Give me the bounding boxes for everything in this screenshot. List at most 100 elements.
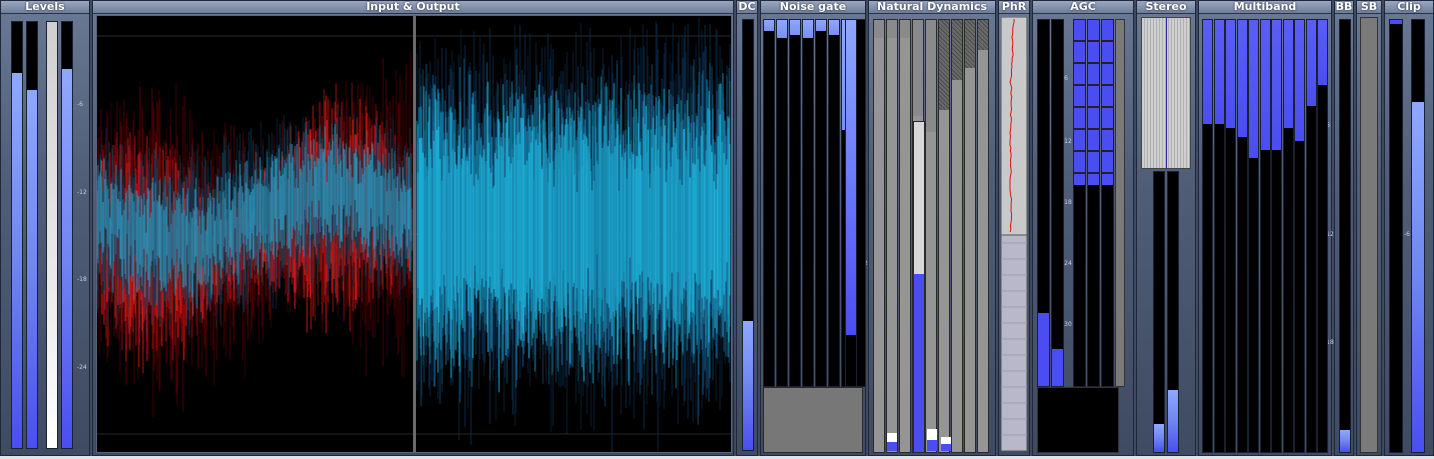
input-output-panel: Input & Output [92,0,734,456]
noise-gate-reduction-bar [790,20,800,35]
natural-dynamics-gain-bar [978,50,988,452]
input-waveform [97,50,413,418]
phr-panel: PhR [998,0,1030,456]
multiband-reduction-bar [1249,20,1258,159]
natural-dynamics-gain-bar [900,38,910,452]
noise-gate-reduction-bar [777,20,787,39]
clip-tick-6: -6 [1404,231,1410,238]
dc-meter [742,19,754,451]
multiband-reduction-bar [1272,20,1281,150]
stereo-center-line [1166,18,1167,168]
natural-dynamics-meter [873,19,885,453]
multiband-reduction-bar [1318,20,1327,85]
multiband-band-meter [1248,19,1259,453]
multiband-title: Multiband [1199,1,1331,14]
noise-gate-band-meter [815,19,827,387]
levels-meter-1 [11,21,23,449]
natural-dynamics-meter [951,19,963,453]
agc-gain-meter [1087,19,1100,387]
natural-dynamics-gain-bar [926,132,936,452]
noise-gate-reduction-bar [803,20,813,39]
levels-meter-2 [26,21,38,449]
agc-title: AGC [1033,1,1133,14]
multiband-reduction-bar [1214,20,1224,124]
processor-monitor-window: Levels -6 -12 -18 -24 Input & Output DC … [0,0,1434,459]
dc-title: DC [737,1,757,14]
natural-dynamics-meter [938,19,950,453]
natural-dynamics-meter [899,19,911,453]
multiband-band-meter [1259,19,1271,453]
agc-gain-meter [1073,19,1086,387]
multiband-band-meter [1282,19,1294,453]
sb-title: SB [1357,1,1381,14]
agc-gain-meter [1101,19,1114,387]
agc-panel: AGC -6 -12 -18 -24 -30 [1032,0,1134,456]
natural-dynamics-gain-bar [874,38,884,452]
agc-side-bar [1115,19,1125,387]
bb-title: BB [1335,1,1353,14]
noise-gate-title: Noise gate [761,1,865,14]
input-output-scope [96,15,732,453]
sb-panel: SB [1356,0,1382,456]
natural-dynamics-level-fill [914,273,924,452]
natural-dynamics-panel: Natural Dynamics [868,0,996,456]
multiband-band-meter [1225,19,1236,453]
noise-gate-reduction-bar [816,20,826,31]
stereo-width-indicator [1141,17,1191,169]
agc-input-meter [1051,19,1064,387]
phr-title: PhR [999,1,1029,14]
multiband-reduction-bar [1260,20,1270,150]
noise-gate-band-meter [828,19,840,387]
natural-dynamics-meter [977,19,989,453]
phase-rotator-graph [1001,17,1028,452]
natural-dynamics-peak-marker [941,437,951,451]
levels-tick-18: -18 [77,276,87,283]
dc-panel: DC [736,0,758,456]
levels-tick-6: -6 [77,101,83,108]
noise-gate-band-meter [802,19,814,387]
multiband-band-meter [1317,19,1328,453]
noise-gate-reduction-bar [829,20,839,35]
multiband-band-meter [1213,19,1225,453]
bb-meter [1339,19,1351,453]
natural-dynamics-peak-marker [927,429,937,451]
multiband-panel: Multiband -6 -12 -18 [1198,0,1334,456]
levels-meter-3 [46,21,58,449]
multiband-reduction-bar [1295,20,1304,141]
multiband-reduction-bar [1283,20,1293,128]
multiband-reduction-bar [1237,20,1247,137]
multiband-reduction-bar [1203,20,1212,124]
noise-gate-level-bar [846,20,856,335]
input-output-divider[interactable] [413,16,416,452]
natural-dynamics-gain-bar [952,80,962,452]
agc-input-level [1038,312,1049,386]
clip-meter-input [1389,19,1403,453]
input-output-title: Input & Output [93,1,733,14]
clip-meter-output [1411,19,1425,453]
multiband-band-meter [1202,19,1213,453]
stereo-title: Stereo [1137,1,1195,14]
agc-input-meter [1037,19,1050,387]
multiband-band-meter [1305,19,1317,453]
natural-dynamics-meter [886,19,898,453]
natural-dynamics-level-meter [913,121,925,453]
clip-panel: Clip -6 [1384,0,1434,456]
noise-gate-panel: Noise gate -6 -12 [760,0,868,456]
noise-gate-band-meter [789,19,801,387]
phr-graph-upper [1001,17,1028,236]
natural-dynamics-peak-marker [887,433,897,451]
natural-dynamics-meter [925,19,937,453]
multiband-band-meter [1294,19,1305,453]
multiband-reduction-bar [1226,20,1235,128]
natural-dynamics-gain-bar [887,38,897,452]
noise-gate-idle-area [763,387,863,453]
multiband-band-meter [1236,19,1248,453]
natural-dynamics-meter [964,19,976,453]
noise-gate-reduction-bar [764,20,774,31]
levels-panel: Levels -6 -12 -18 -24 [0,0,90,456]
levels-tick-12: -12 [77,189,87,196]
levels-title: Levels [1,1,89,14]
stereo-meter-left [1153,171,1165,453]
agc-gain-reduction-bar [1102,20,1113,185]
bb-panel: BB [1334,0,1354,456]
